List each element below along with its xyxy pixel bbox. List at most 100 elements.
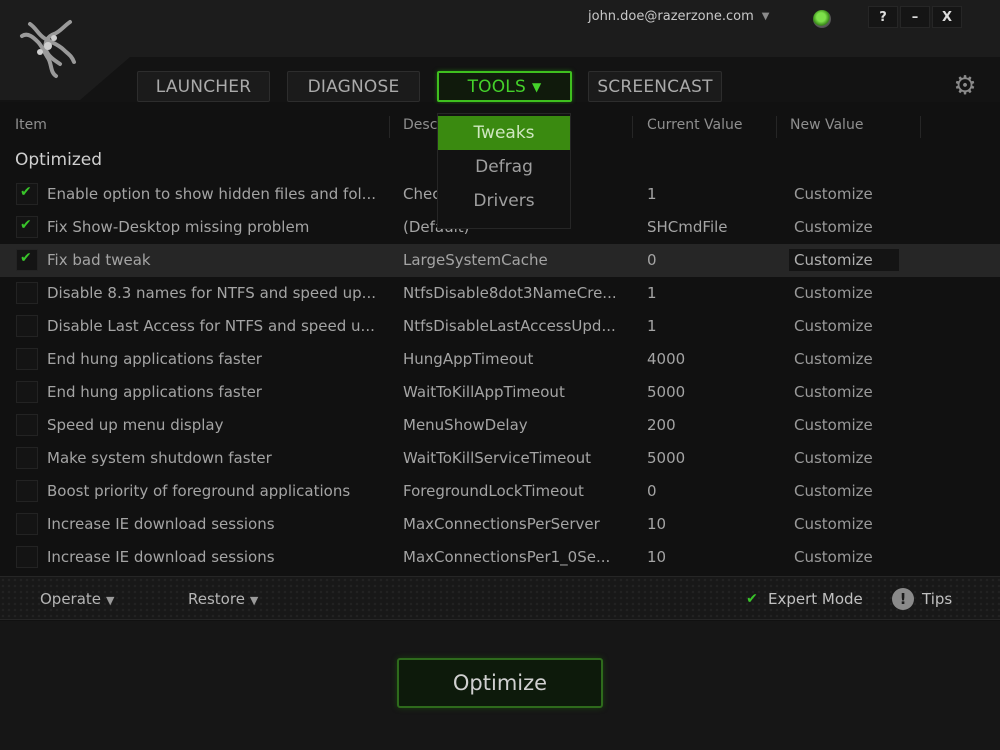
row-checkbox[interactable] xyxy=(16,249,38,271)
tab-launcher[interactable]: LAUNCHER xyxy=(137,71,270,102)
row-checkbox[interactable] xyxy=(16,447,38,469)
menu-item-tweaks[interactable]: Tweaks xyxy=(438,116,570,150)
tab-screencast[interactable]: SCREENCAST xyxy=(588,71,722,102)
tab-label: DIAGNOSE xyxy=(307,76,400,97)
column-header-new-value[interactable]: New Value xyxy=(790,117,863,133)
customize-link[interactable]: Customize xyxy=(794,185,904,203)
table-row[interactable]: End hung applications faster HungAppTimeo… xyxy=(0,343,1000,376)
table-row[interactable]: Make system shutdown faster WaitToKillSer… xyxy=(0,442,1000,475)
column-header-description[interactable]: Desc xyxy=(403,117,437,133)
restore-button[interactable]: Restore ▼ xyxy=(188,590,258,608)
customize-link[interactable]: Customize xyxy=(794,383,904,401)
item-name: Fix bad tweak xyxy=(47,251,151,269)
customize-link[interactable]: Customize xyxy=(794,515,904,533)
expert-mode-label: Expert Mode xyxy=(768,590,863,608)
row-checkbox[interactable] xyxy=(16,381,38,403)
row-checkbox[interactable] xyxy=(16,546,38,568)
chevron-down-icon: ▼ xyxy=(106,594,115,607)
customize-link[interactable]: Customize xyxy=(794,416,904,434)
chevron-down-icon: ▼ xyxy=(249,594,259,607)
customize-link[interactable]: Customize xyxy=(794,284,904,302)
section-title: Optimized xyxy=(15,150,103,170)
expert-mode-toggle[interactable]: ✔ Expert Mode xyxy=(742,589,863,609)
current-value: 1 xyxy=(647,185,657,203)
column-divider[interactable] xyxy=(776,116,777,138)
customize-link[interactable]: Customize xyxy=(789,249,899,271)
row-checkbox[interactable] xyxy=(16,315,38,337)
gear-icon[interactable]: ⚙ xyxy=(951,72,979,100)
row-checkbox[interactable] xyxy=(16,282,38,304)
minimize-button[interactable]: – xyxy=(900,6,930,28)
current-value: 5000 xyxy=(647,449,686,467)
tab-label: SCREENCAST xyxy=(597,76,713,97)
column-header-current-value[interactable]: Current Value xyxy=(647,117,742,133)
column-divider[interactable] xyxy=(920,116,921,138)
row-checkbox[interactable] xyxy=(16,348,38,370)
chevron-down-icon: ▼ xyxy=(531,79,542,94)
table-row[interactable]: Increase IE download sessions MaxConnecti… xyxy=(0,508,1000,541)
optimize-button[interactable]: Optimize xyxy=(397,658,603,708)
operate-button[interactable]: Operate ▼ xyxy=(40,590,115,608)
table-row[interactable]: Boost priority of foreground application… xyxy=(0,475,1000,508)
tools-dropdown-menu: Tweaks Defrag Drivers xyxy=(437,113,571,229)
customize-link[interactable]: Customize xyxy=(794,218,904,236)
tab-diagnose[interactable]: DIAGNOSE xyxy=(287,71,420,102)
item-description: WaitToKillServiceTimeout xyxy=(403,449,591,467)
restore-label: Restore xyxy=(188,590,245,608)
account-dropdown-icon[interactable]: ▼ xyxy=(762,11,770,22)
table-row[interactable]: Speed up menu display MenuShowDelay 200 Cus… xyxy=(0,409,1000,442)
item-name: Fix Show-Desktop missing problem xyxy=(47,218,310,236)
tab-tools[interactable]: TOOLS ▼ xyxy=(437,71,572,102)
column-header-item[interactable]: Item xyxy=(15,117,47,133)
customize-link[interactable]: Customize xyxy=(794,482,904,500)
current-value: 4000 xyxy=(647,350,686,368)
item-description: WaitToKillAppTimeout xyxy=(403,383,565,401)
help-button[interactable]: ? xyxy=(868,6,898,28)
current-value: 10 xyxy=(647,548,667,566)
item-name: Increase IE download sessions xyxy=(47,515,275,533)
item-name: Boost priority of foreground application… xyxy=(47,482,351,500)
table-row[interactable]: End hung applications faster WaitToKillAp… xyxy=(0,376,1000,409)
column-divider[interactable] xyxy=(389,116,390,138)
menu-item-defrag[interactable]: Defrag xyxy=(438,150,570,184)
tab-label: TOOLS xyxy=(467,76,526,97)
customize-link[interactable]: Customize xyxy=(794,449,904,467)
table-row[interactable]: Fix bad tweak LargeSystemCache 0 Customize xyxy=(0,244,1000,277)
close-button[interactable]: X xyxy=(932,6,962,28)
bottom-toolbar: Operate ▼ Restore ▼ ✔ Expert Mode ! Tips xyxy=(0,576,1000,620)
tips-button[interactable]: ! Tips xyxy=(892,588,952,610)
online-status-icon xyxy=(813,10,831,28)
column-divider[interactable] xyxy=(632,116,633,138)
tab-label: LAUNCHER xyxy=(155,76,252,97)
title-bar xyxy=(0,0,1000,57)
main-nav-tabs: LAUNCHER DIAGNOSE TOOLS ▼ SCREENCAST xyxy=(0,71,1000,103)
row-checkbox[interactable] xyxy=(16,480,38,502)
check-icon[interactable]: ✔ xyxy=(742,589,762,609)
operate-label: Operate xyxy=(40,590,102,608)
current-value: 0 xyxy=(647,251,657,269)
item-name: Make system shutdown faster xyxy=(47,449,272,467)
account-menu[interactable]: john.doe@razerzone.com ▼ xyxy=(588,9,769,24)
current-value: 0 xyxy=(647,482,657,500)
customize-link[interactable]: Customize xyxy=(794,350,904,368)
item-name: Speed up menu display xyxy=(47,416,224,434)
row-checkbox[interactable] xyxy=(16,513,38,535)
row-checkbox[interactable] xyxy=(16,414,38,436)
row-checkbox[interactable] xyxy=(16,216,38,238)
item-name: Enable option to show hidden files and f… xyxy=(47,185,376,203)
item-name: Increase IE download sessions xyxy=(47,548,275,566)
table-row[interactable]: Disable 8.3 names for NTFS and speed up.… xyxy=(0,277,1000,310)
item-description: NtfsDisableLastAccessUpd... xyxy=(403,317,616,335)
current-value: 10 xyxy=(647,515,667,533)
current-value: SHCmdFile xyxy=(647,218,728,236)
row-checkbox[interactable] xyxy=(16,183,38,205)
table-row[interactable]: Increase IE download sessions MaxConnecti… xyxy=(0,541,1000,574)
table-row[interactable]: Disable Last Access for NTFS and speed u… xyxy=(0,310,1000,343)
current-value: 5000 xyxy=(647,383,686,401)
customize-link[interactable]: Customize xyxy=(794,548,904,566)
info-icon: ! xyxy=(892,588,914,610)
menu-item-drivers[interactable]: Drivers xyxy=(438,184,570,218)
item-description: MenuShowDelay xyxy=(403,416,528,434)
customize-link[interactable]: Customize xyxy=(794,317,904,335)
tweaks-list: Enable option to show hidden files and f… xyxy=(0,178,1000,574)
